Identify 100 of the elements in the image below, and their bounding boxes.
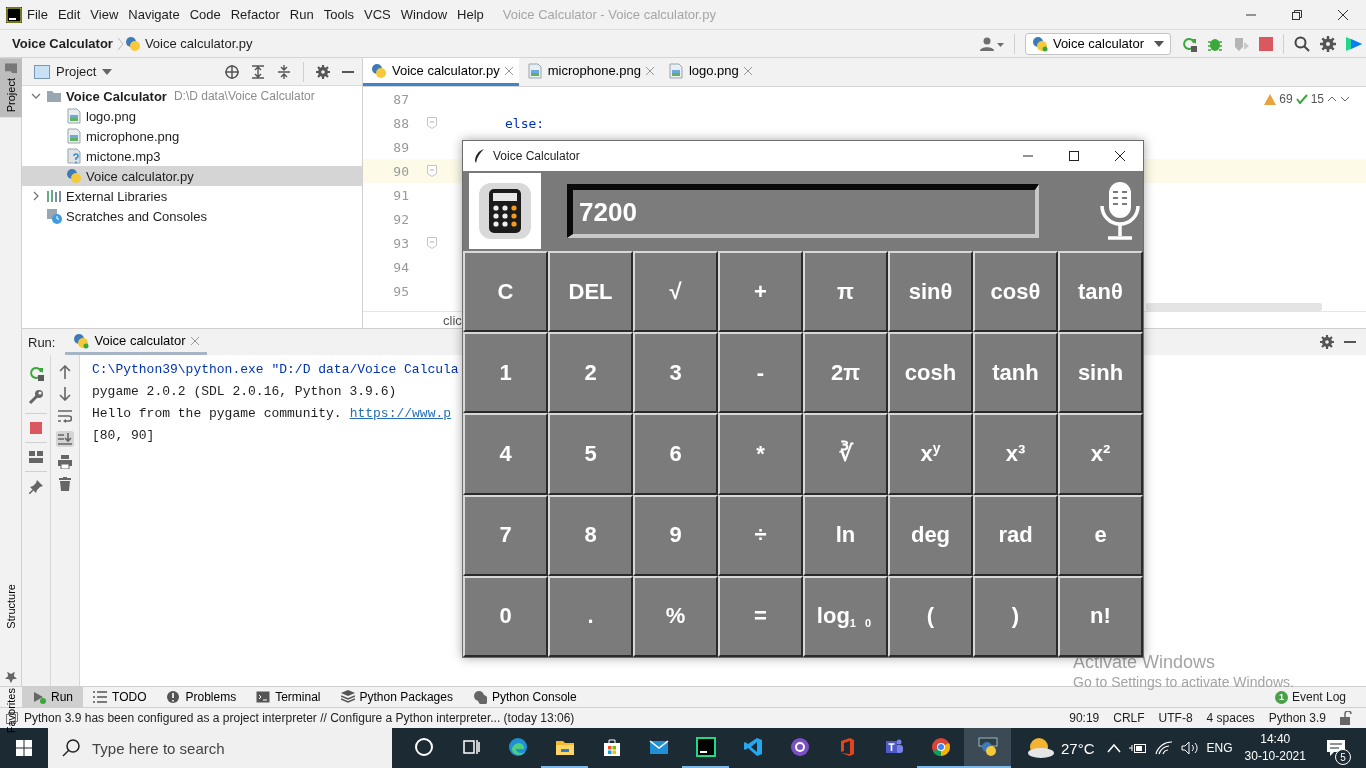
- calculator-key[interactable]: 3: [633, 332, 718, 414]
- calculator-key[interactable]: ): [973, 575, 1058, 657]
- language-indicator[interactable]: ENG: [1206, 741, 1233, 755]
- tree-item[interactable]: Scratches and Consoles: [22, 206, 362, 226]
- soft-wrap-icon[interactable]: [58, 409, 72, 423]
- calculator-key[interactable]: 8: [548, 494, 633, 576]
- calculator-key[interactable]: -: [718, 332, 803, 414]
- calculator-key[interactable]: √: [633, 251, 718, 333]
- calculator-key[interactable]: x²: [1058, 413, 1143, 495]
- rerun-icon[interactable]: [1181, 35, 1197, 52]
- tool-window-tab[interactable]: Structure: [0, 579, 22, 634]
- caret-icon[interactable]: [102, 68, 113, 75]
- minimize-icon[interactable]: [342, 70, 354, 73]
- menu-item[interactable]: Run: [284, 7, 319, 22]
- calculator-key[interactable]: sinh: [1058, 332, 1143, 414]
- fold-marker-icon[interactable]: [427, 165, 437, 177]
- editor-tab[interactable]: microphone.png: [518, 58, 660, 86]
- tool-tab[interactable]: Python Packages: [330, 686, 463, 708]
- close-icon[interactable]: [190, 336, 199, 345]
- tree-item[interactable]: microphone.png: [22, 126, 362, 146]
- up-arrow-icon[interactable]: [59, 365, 71, 379]
- calculator-key[interactable]: n!: [1058, 575, 1143, 657]
- status-item[interactable]: UTF-8: [1158, 711, 1193, 725]
- tool-window-tab[interactable]: Project: [0, 58, 22, 118]
- microphone-button[interactable]: [1097, 180, 1143, 242]
- calculator-key[interactable]: .: [548, 575, 633, 657]
- calculator-key[interactable]: ÷: [718, 494, 803, 576]
- status-item[interactable]: 4 spaces: [1206, 711, 1255, 725]
- calculator-key[interactable]: 0: [463, 575, 548, 657]
- calculator-key[interactable]: rad: [973, 494, 1058, 576]
- fold-marker-icon[interactable]: [427, 117, 437, 129]
- settings-icon[interactable]: [316, 64, 330, 79]
- tool-tab[interactable]: Run: [22, 686, 83, 708]
- calculator-key[interactable]: =: [718, 575, 803, 657]
- trash-icon[interactable]: [59, 477, 71, 491]
- tree-item[interactable]: Voice Calculator D:\D data\Voice Calculator: [22, 86, 362, 106]
- tool-tab[interactable]: TODO: [83, 686, 157, 708]
- stop-icon[interactable]: [1259, 36, 1273, 51]
- calculator-key[interactable]: (: [888, 575, 973, 657]
- scrollbar[interactable]: [1146, 303, 1322, 311]
- tree-item[interactable]: logo.png: [22, 106, 362, 126]
- console-link[interactable]: https://www.p: [349, 403, 452, 425]
- breadcrumb-item[interactable]: clic: [443, 312, 462, 328]
- calculator-key[interactable]: %: [633, 575, 718, 657]
- calculator-key[interactable]: 5: [548, 413, 633, 495]
- panel-title[interactable]: Project: [56, 64, 97, 79]
- calculator-key[interactable]: +: [718, 251, 803, 333]
- calculator-key[interactable]: sinθ: [888, 251, 973, 333]
- status-item[interactable]: CRLF: [1113, 711, 1145, 725]
- calculator-key[interactable]: *: [718, 413, 803, 495]
- fold-marker-icon[interactable]: [427, 237, 437, 249]
- status-item[interactable]: Python 3.9: [1268, 711, 1326, 725]
- calculator-key[interactable]: 4: [463, 413, 548, 495]
- calculator-key[interactable]: 2π: [803, 332, 888, 414]
- close-icon[interactable]: [645, 66, 654, 75]
- calculator-key[interactable]: x³: [973, 413, 1058, 495]
- calculator-key[interactable]: 7: [463, 494, 548, 576]
- calculator-key[interactable]: tanθ: [1058, 251, 1143, 333]
- rerun-icon[interactable]: [28, 365, 44, 381]
- menu-item[interactable]: Window: [395, 7, 453, 22]
- clock-date[interactable]: 30-10-2021: [1244, 748, 1306, 765]
- menu-item[interactable]: File: [22, 7, 53, 22]
- close-icon[interactable]: [743, 66, 752, 75]
- search-field[interactable]: Type here to search: [48, 728, 392, 768]
- calculator-key[interactable]: 2: [548, 332, 633, 414]
- display-field[interactable]: 7200: [567, 184, 1039, 238]
- layout-icon[interactable]: [29, 451, 43, 463]
- expand-all-icon[interactable]: [251, 64, 265, 79]
- collapse-all-icon[interactable]: [277, 64, 291, 79]
- menu-item[interactable]: Help: [452, 7, 489, 22]
- tool-tab[interactable]: Problems: [156, 686, 247, 708]
- tree-item[interactable]: mictone.mp3: [22, 146, 362, 166]
- menu-item[interactable]: Code: [184, 7, 226, 22]
- run-configuration-tab[interactable]: Voice calculator: [65, 329, 207, 355]
- chevron-up-icon[interactable]: [1106, 743, 1121, 753]
- calculator-key[interactable]: C: [463, 251, 548, 333]
- calculator-key[interactable]: cosh: [888, 332, 973, 414]
- volume-icon[interactable]: [1180, 741, 1199, 755]
- down-icon[interactable]: [1340, 96, 1350, 102]
- down-arrow-icon[interactable]: [59, 387, 71, 401]
- wrench-icon[interactable]: [28, 389, 44, 405]
- menu-item[interactable]: Refactor: [225, 7, 285, 22]
- tool-tab[interactable]: Python Console: [462, 686, 587, 708]
- editor-tab[interactable]: logo.png: [659, 58, 758, 86]
- breadcrumb-item[interactable]: Voice calculator.py: [144, 36, 253, 51]
- tool-tab[interactable]: Terminal: [246, 686, 331, 708]
- locate-icon[interactable]: [225, 64, 239, 79]
- editor-tab[interactable]: Voice calculator.py: [363, 58, 519, 86]
- pin-icon[interactable]: [29, 480, 43, 494]
- search-icon[interactable]: [1294, 35, 1310, 52]
- event-log-link[interactable]: Event Log: [1291, 690, 1346, 704]
- calculator-key[interactable]: ∛: [803, 413, 888, 495]
- calculator-key[interactable]: π: [803, 251, 888, 333]
- calculator-key[interactable]: DEL: [548, 251, 633, 333]
- run-configuration-dropdown[interactable]: Voice calculator: [1024, 32, 1171, 55]
- breadcrumb-item[interactable]: Voice Calculator: [12, 36, 113, 51]
- tree-item[interactable]: External Libraries: [22, 186, 362, 206]
- calculator-key[interactable]: x$^{y}$: [888, 413, 973, 495]
- settings-icon[interactable]: [1320, 35, 1336, 52]
- wifi-icon[interactable]: [1154, 741, 1173, 755]
